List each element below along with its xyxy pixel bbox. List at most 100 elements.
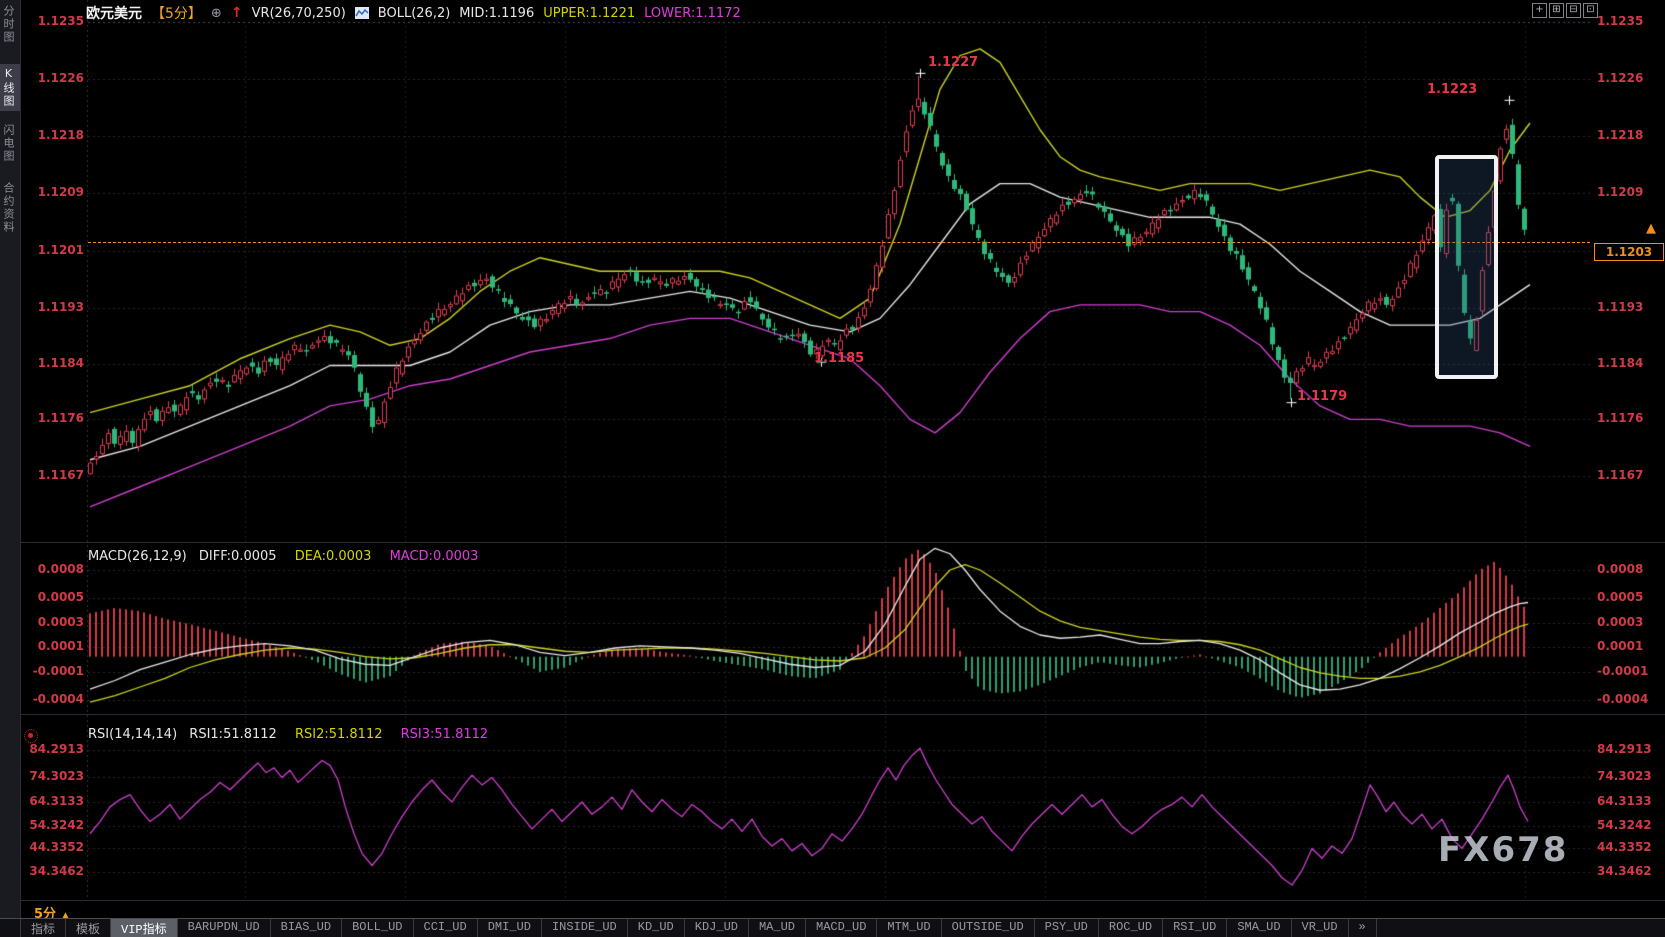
price-axis-label: 1.1176 bbox=[20, 411, 84, 425]
boll-label[interactable]: BOLL(26,2) bbox=[378, 6, 451, 21]
rsi-axis-label: 54.3242 bbox=[20, 818, 84, 832]
vr-indicator-label[interactable]: VR(26,70,250) bbox=[252, 6, 346, 21]
tab-indicator[interactable]: 指标 bbox=[20, 919, 66, 937]
price-axis-label: 1.1193 bbox=[1597, 300, 1661, 314]
macd-axis-label: -0.0004 bbox=[1597, 692, 1661, 706]
pane-divider bbox=[20, 900, 1665, 901]
rsi-axis-label: 44.3352 bbox=[1597, 840, 1661, 854]
tab-vr-ud[interactable]: VR_UD bbox=[1292, 919, 1349, 937]
price-up-arrow-icon: ▲ bbox=[1646, 221, 1656, 236]
pane-layout-icon-1[interactable]: ⊞ bbox=[1549, 3, 1564, 18]
rsi-axis-label: 74.3023 bbox=[20, 769, 84, 783]
rsi1-value: RSI1:51.8112 bbox=[189, 727, 277, 742]
tab-roc-ud[interactable]: ROC_UD bbox=[1099, 919, 1163, 937]
macd-axis-label: 0.0003 bbox=[1597, 615, 1661, 629]
price-axis-label: 1.1218 bbox=[20, 128, 84, 142]
tab-kdj-ud[interactable]: KDJ_UD bbox=[685, 919, 749, 937]
tab-vip-indicator[interactable]: VIP指标 bbox=[111, 919, 178, 937]
current-price-line bbox=[88, 242, 1590, 243]
boll-upper-value: UPPER:1.1221 bbox=[543, 6, 635, 21]
price-axis-label: 1.1226 bbox=[20, 71, 84, 85]
macd-axis-label: 0.0005 bbox=[20, 590, 84, 604]
current-price-tag: 1.1203 bbox=[1594, 243, 1664, 261]
boll-indicator-icon[interactable] bbox=[355, 7, 369, 19]
tab-kd-ud[interactable]: KD_UD bbox=[628, 919, 685, 937]
rsi3-value: RSI3:51.8112 bbox=[401, 727, 489, 742]
rsi-axis-label: 74.3023 bbox=[1597, 769, 1661, 783]
rsi-axis-label: 84.2913 bbox=[1597, 742, 1661, 756]
macd-title[interactable]: MACD(26,12,9) bbox=[88, 549, 187, 564]
macd-macd-value: MACD:0.0003 bbox=[390, 549, 479, 564]
macd-axis-label: 0.0008 bbox=[1597, 562, 1661, 576]
price-axis-label: 1.1235 bbox=[20, 14, 84, 28]
price-axis-label: 1.1235 bbox=[1597, 14, 1661, 28]
macd-diff-value: DIFF:0.0005 bbox=[199, 549, 277, 564]
tab-more[interactable]: » bbox=[1349, 919, 1377, 937]
indicator-toolbar: 指标 模板 VIP指标 BARUPDN_UD BIAS_UD BOLL_UD C… bbox=[0, 918, 1665, 937]
tab-template[interactable]: 模板 bbox=[66, 919, 111, 937]
symbol-title: 欧元美元 bbox=[86, 3, 142, 23]
rsi-header: RSI(14,14,14) RSI1:51.8112 RSI2:51.8112 … bbox=[88, 727, 488, 742]
annotation-low: 1.1179 bbox=[1297, 389, 1347, 404]
pane-divider bbox=[20, 542, 1665, 543]
macd-axis-label: 0.0008 bbox=[20, 562, 84, 576]
annotation-low: 1.1185 bbox=[814, 351, 864, 366]
sidebar-item-kline[interactable]: K线图 bbox=[0, 64, 20, 111]
tab-barupdn-ud[interactable]: BARUPDN_UD bbox=[178, 919, 271, 937]
tab-dmi-ud[interactable]: DMI_UD bbox=[478, 919, 542, 937]
crosshair-icon[interactable]: + bbox=[1532, 3, 1547, 18]
macd-axis-label: -0.0004 bbox=[20, 692, 84, 706]
macd-dea-value: DEA:0.0003 bbox=[295, 549, 372, 564]
annotation-high: 1.1227 bbox=[928, 55, 978, 70]
sidebar-item-lightning[interactable]: 闪电图 bbox=[0, 124, 20, 163]
price-axis-label: 1.1167 bbox=[20, 468, 84, 482]
tab-boll-ud[interactable]: BOLL_UD bbox=[342, 919, 413, 937]
period-label[interactable]: 【5分】 bbox=[151, 3, 202, 23]
price-axis-label: 1.1184 bbox=[20, 356, 84, 370]
tab-rsi-ud[interactable]: RSI_UD bbox=[1163, 919, 1227, 937]
price-axis-label: 1.1209 bbox=[1597, 185, 1661, 199]
highlight-box bbox=[1435, 155, 1498, 379]
price-axis-label: 1.1184 bbox=[1597, 356, 1661, 370]
tab-cci-ud[interactable]: CCI_UD bbox=[414, 919, 478, 937]
price-axis-label: 1.1201 bbox=[20, 243, 84, 257]
tab-bias-ud[interactable]: BIAS_UD bbox=[271, 919, 342, 937]
rsi-axis-label: 34.3462 bbox=[20, 864, 84, 878]
macd-axis-label: -0.0001 bbox=[20, 664, 84, 678]
price-axis-label: 1.1176 bbox=[1597, 411, 1661, 425]
price-axis-label: 1.1226 bbox=[1597, 71, 1661, 85]
tab-outside-ud[interactable]: OUTSIDE_UD bbox=[942, 919, 1035, 937]
price-axis-label: 1.1193 bbox=[20, 300, 84, 314]
price-axis-label: 1.1167 bbox=[1597, 468, 1661, 482]
rsi-axis-label: 64.3133 bbox=[20, 794, 84, 808]
boll-lower-value: LOWER:1.1172 bbox=[644, 6, 741, 21]
price-axis-label: 1.1209 bbox=[20, 185, 84, 199]
macd-axis-label: 0.0001 bbox=[20, 639, 84, 653]
window-tools: + ⊞ ⊟ ⊡ bbox=[1532, 3, 1598, 18]
pane-divider bbox=[20, 714, 1665, 715]
pane-layout-icon-3[interactable]: ⊡ bbox=[1583, 3, 1598, 18]
tab-psy-ud[interactable]: PSY_UD bbox=[1035, 919, 1099, 937]
rsi-axis-label: 44.3352 bbox=[20, 840, 84, 854]
sidebar-item-contract-info[interactable]: 合约资料 bbox=[0, 182, 20, 234]
tab-sma-ud[interactable]: SMA_UD bbox=[1227, 919, 1291, 937]
rsi-axis-label: 34.3462 bbox=[1597, 864, 1661, 878]
boll-mid-value: MID:1.1196 bbox=[459, 6, 534, 21]
rsi-axis-label: 84.2913 bbox=[20, 742, 84, 756]
sidebar-item-timeshare[interactable]: 分时图 bbox=[0, 5, 20, 44]
macd-header: MACD(26,12,9) DIFF:0.0005 DEA:0.0003 MAC… bbox=[88, 549, 478, 564]
up-arrow-icon: ↑ bbox=[231, 5, 243, 21]
tab-inside-ud[interactable]: INSIDE_UD bbox=[542, 919, 628, 937]
chart-canvas[interactable] bbox=[0, 0, 1665, 937]
left-sidebar: 分时图 K线图 闪电图 合约资料 bbox=[0, 0, 21, 937]
rsi-dot-icon[interactable] bbox=[24, 729, 38, 743]
fx678-watermark: FX678 bbox=[1438, 830, 1568, 870]
tab-macd-ud[interactable]: MACD_UD bbox=[806, 919, 877, 937]
zoom-plus-icon[interactable]: ⊕ bbox=[211, 6, 222, 21]
macd-axis-label: -0.0001 bbox=[1597, 664, 1661, 678]
rsi-title[interactable]: RSI(14,14,14) bbox=[88, 727, 177, 742]
chart-header: 欧元美元 【5分】 ⊕ ↑ VR(26,70,250) BOLL(26,2) M… bbox=[86, 3, 741, 23]
tab-mtm-ud[interactable]: MTM_UD bbox=[877, 919, 941, 937]
tab-ma-ud[interactable]: MA_UD bbox=[749, 919, 806, 937]
pane-layout-icon-2[interactable]: ⊟ bbox=[1566, 3, 1581, 18]
